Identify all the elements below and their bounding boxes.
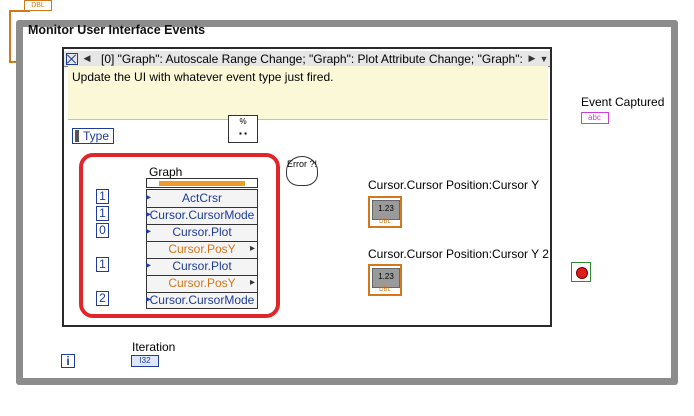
dbl-input-terminal[interactable]: DBL [24,0,52,11]
cursor-y2-label: Cursor.Cursor Position:Cursor Y 2 [368,247,549,261]
iteration-indicator[interactable]: I32 [131,355,159,367]
stop-terminal[interactable] [571,262,591,282]
event-data-node-type[interactable]: Type [72,128,114,144]
cursor-y2-indicator[interactable]: 1.23 DBL [368,264,402,296]
property-row[interactable]: ActCrsr [146,190,257,208]
cursor-y-indicator[interactable]: 1.23 DBL [368,196,402,228]
error-handler-node[interactable]: Error ?! [286,156,318,186]
property-row[interactable]: Cursor.PosY [147,241,257,259]
iteration-label: Iteration [132,340,176,354]
numeric-constant[interactable]: 1 [96,257,109,272]
numeric-constant[interactable]: 1 [96,189,109,204]
property-node-reference[interactable] [146,178,258,188]
event-case-selector[interactable]: ◀ [0] "Graph": Autoscale Range Change; "… [64,51,550,67]
format-into-string-node[interactable]: % ▪ ▪ [228,115,258,143]
property-node[interactable]: ActCrsr Cursor.CursorMode Cursor.Plot Cu… [146,189,258,309]
numeric-constant[interactable]: 1 [96,206,109,221]
event-captured-label: Event Captured [581,95,665,109]
prev-case-arrow[interactable]: ◀ [81,53,93,64]
cursor-y-label: Cursor.Cursor Position:Cursor Y [368,178,540,192]
property-row[interactable]: Cursor.Plot [146,224,257,242]
close-icon[interactable] [66,52,78,65]
numeric-constant[interactable]: 0 [96,223,109,238]
property-row[interactable]: Cursor.CursorMode [146,207,257,225]
event-description: Update the UI with whatever event type j… [68,66,548,120]
case-dropdown-icon[interactable]: ▼ [538,54,550,64]
next-case-arrow[interactable]: ▶ [526,53,538,64]
event-case-label: [0] "Graph": Autoscale Range Change; "Gr… [101,51,523,66]
property-row[interactable]: Cursor.PosY [147,275,257,293]
property-row[interactable]: Cursor.Plot [146,258,257,276]
iteration-index-terminal[interactable]: i [61,354,75,368]
numeric-constant[interactable]: 2 [96,291,109,306]
property-row[interactable]: Cursor.CursorMode [146,292,257,309]
graph-reference-label: Graph [149,165,183,179]
event-captured-indicator[interactable]: abc [581,112,609,124]
loop-title: Monitor User Interface Events [28,23,206,37]
